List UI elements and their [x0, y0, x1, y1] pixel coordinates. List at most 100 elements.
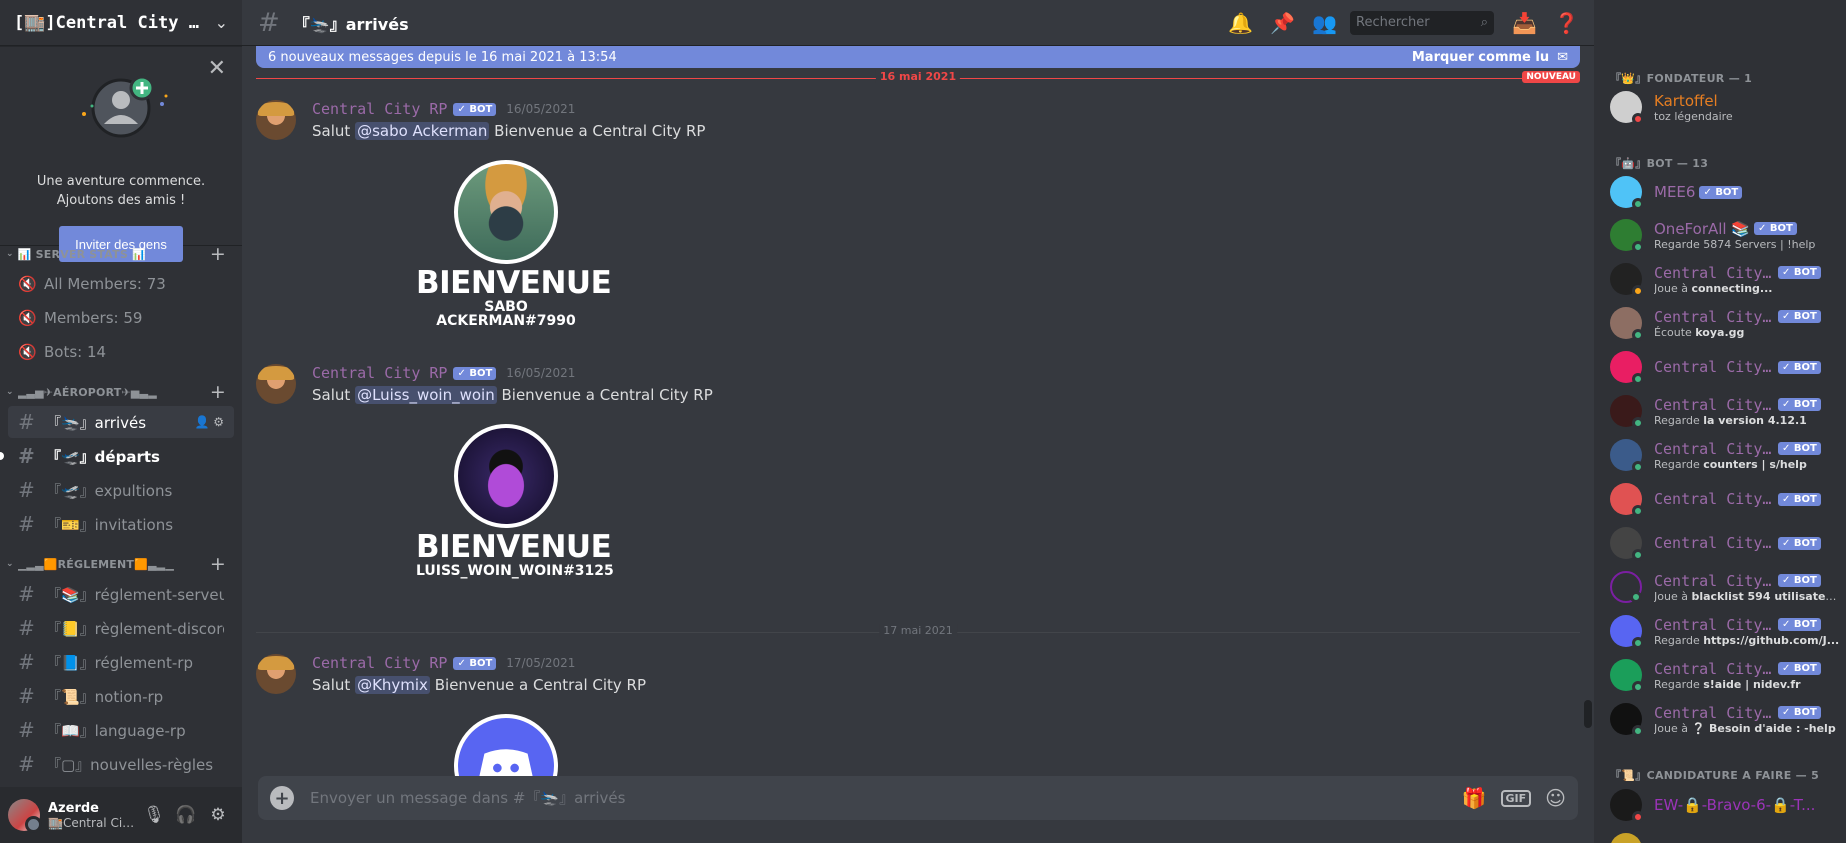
- member-item[interactable]: MEE6 ✓ BOT: [1602, 171, 1840, 213]
- voice-channel-bots[interactable]: 🔇 Bots: 14: [8, 336, 234, 368]
- avatar[interactable]: [256, 654, 296, 694]
- channel-nouvelles-regles[interactable]: # 『▢』nouvelles-règles: [8, 748, 234, 780]
- voice-channel-members[interactable]: 🔇 Members: 59: [8, 302, 234, 334]
- member-item[interactable]: Central City RP ✓ BOT Écoute koya.gg: [1602, 302, 1840, 344]
- activity-detail: blacklist 594 utilisateurs: [1691, 589, 1840, 603]
- avatar: [1610, 703, 1644, 737]
- member-item[interactable]: Central City RP ✓ BOT Regarde s!aide | nid…: [1602, 654, 1840, 696]
- add-channel-icon[interactable]: +: [210, 381, 226, 403]
- member-item[interactable]: EW-🔒-Bravo-6-🔒-T...: [1602, 784, 1840, 826]
- channel-notion-rp[interactable]: # 『📜』notion-rp: [8, 680, 234, 712]
- bell-icon[interactable]: 🔔: [1228, 11, 1253, 35]
- user-info[interactable]: Azerde 🏬Central City RP: [48, 801, 138, 830]
- online-status-icon: [1632, 725, 1644, 737]
- user-status: 🏬Central City RP: [48, 815, 138, 830]
- welcome-image[interactable]: [416, 714, 596, 776]
- message-author[interactable]: Central City RP: [312, 100, 447, 118]
- welcome-image[interactable]: BIENVENUE SABO ACKERMAN#7990: [416, 160, 612, 328]
- add-attachment-icon[interactable]: +: [270, 786, 294, 810]
- avatar: [1610, 789, 1644, 823]
- member-activity: Joue à blacklist 594 utilisateurs: [1654, 590, 1840, 603]
- member-item[interactable]: Central City RP ✓ BOT Regarde https://gith…: [1602, 610, 1840, 652]
- message-greeting: Salut: [312, 122, 351, 140]
- guild-name: [🏬]Central City RP: [14, 12, 209, 33]
- member-group-bot: 『🤖』BOT — 13: [1610, 157, 1709, 170]
- message-text: Bienvenue a Central City RP: [494, 122, 706, 140]
- category-reglement[interactable]: ⌄ ▁▂▃🟧RÉGLEMENT🟧▃▂▁ +: [0, 552, 242, 576]
- channel-reglement-serveur[interactable]: # 『📚』réglement-serveur: [8, 578, 234, 610]
- avatar: [1610, 91, 1644, 125]
- member-item[interactable]: Central City RP ✓ BOT Regarde la version 4…: [1602, 390, 1840, 432]
- message-content: Salut @Luiss_woin_woin Bienvenue a Centr…: [312, 386, 713, 404]
- bot-badge: ✓ BOT: [1778, 662, 1821, 675]
- gear-icon[interactable]: ⚙: [213, 415, 224, 429]
- avatar[interactable]: [256, 364, 296, 404]
- channel-departs[interactable]: # 『🛫』départs: [0, 440, 234, 472]
- gif-button[interactable]: GIF: [1500, 789, 1532, 807]
- channel-language-rp[interactable]: # 『📖』language-rp: [8, 714, 234, 746]
- member-item[interactable]: Central City RP ✓ BOT Joue à blacklist 594…: [1602, 566, 1840, 608]
- category-airport[interactable]: ⌄ ▂▃▅✈AÉROPORT✈▅▃▂ +: [0, 380, 242, 404]
- invite-member-icon[interactable]: 👤: [194, 415, 209, 429]
- search-input[interactable]: Rechercher ⌕: [1350, 10, 1494, 35]
- message-author[interactable]: Central City RP: [312, 654, 447, 672]
- channel-arrives[interactable]: # 『🛬』arrivés 👤 ⚙: [8, 406, 234, 438]
- user-mention[interactable]: @Khymix: [355, 676, 430, 694]
- message-author[interactable]: Central City RP: [312, 364, 447, 382]
- channel-reglement-rp[interactable]: # 『📘』réglement-rp: [8, 646, 234, 678]
- muted-speaker-icon: 🔇: [18, 343, 37, 361]
- category-server-stats[interactable]: ⌄ 📊 SERVER STATS 📊 +: [0, 242, 242, 266]
- avatar: [1610, 219, 1644, 253]
- close-icon[interactable]: ✕: [208, 56, 226, 81]
- inbox-icon[interactable]: 📥: [1512, 11, 1537, 35]
- hash-icon: #: [18, 444, 35, 468]
- member-item[interactable]: Kartoffel toz légendaire: [1602, 86, 1840, 128]
- user-mention[interactable]: @Luiss_woin_woin: [355, 386, 497, 404]
- channel-reglement-discord[interactable]: # 『📒』règlement-discord: [8, 612, 234, 644]
- welcome-image[interactable]: BIENVENUE LUISS_WOIN_WOIN#3125: [416, 424, 614, 578]
- member-item[interactable]: OneForAll 📚 ✓ BOT Regarde 5874 Servers | !…: [1602, 214, 1840, 256]
- channel-expultions[interactable]: # 『🛫』expultions: [8, 474, 234, 506]
- member-name: Central City RP: [1654, 534, 1774, 552]
- avatar[interactable]: [256, 100, 296, 140]
- new-badge: NOUVEAU: [1522, 71, 1580, 83]
- message-text: Bienvenue a Central City RP: [501, 386, 713, 404]
- new-messages-bar[interactable]: 6 nouveaux messages depuis le 16 mai 202…: [256, 46, 1580, 68]
- message-input[interactable]: [310, 789, 1448, 807]
- help-icon[interactable]: ❓: [1554, 11, 1579, 35]
- headphones-icon[interactable]: 🎧: [170, 799, 202, 831]
- channel-invitations[interactable]: # 『🎫』invitations: [8, 508, 234, 540]
- category-title: ▁▂▃🟧RÉGLEMENT🟧▃▂▁: [17, 557, 175, 571]
- member-item[interactable]: [1602, 828, 1840, 843]
- member-item[interactable]: Central City RP ✓ BOT Joue à connecting...: [1602, 258, 1840, 300]
- gear-icon[interactable]: ⚙: [202, 799, 234, 831]
- avatar[interactable]: [8, 799, 42, 833]
- mute-microphone-icon[interactable]: 🎙: [138, 799, 170, 831]
- bot-badge: ✓ BOT: [1778, 574, 1821, 587]
- member-list-icon[interactable]: 👥: [1312, 11, 1337, 35]
- chevron-down-icon: ⌄: [214, 13, 228, 32]
- add-channel-icon[interactable]: +: [210, 553, 226, 575]
- guild-header[interactable]: [🏬]Central City RP ⌄: [0, 0, 242, 46]
- member-item[interactable]: Central City RP ✓ BOT Regarde counters | s…: [1602, 434, 1840, 476]
- gift-icon[interactable]: 🎁: [1462, 786, 1487, 810]
- user-panel: Azerde 🏬Central City RP 🎙 🎧 ⚙: [0, 787, 242, 843]
- member-activity: Regarde s!aide | nidev.fr: [1654, 678, 1840, 691]
- message-timestamp: 16/05/2021: [506, 366, 576, 380]
- welcome-title: BIENVENUE: [416, 529, 612, 565]
- member-item[interactable]: Central City RP ✓ BOT Joue à ❔ Besoin d'ai…: [1602, 698, 1840, 740]
- voice-channel-all-members[interactable]: 🔇 All Members: 73: [8, 268, 234, 300]
- pin-icon[interactable]: 📌: [1270, 11, 1295, 35]
- member-item[interactable]: Central City RP ✓ BOT: [1602, 346, 1840, 388]
- add-channel-icon[interactable]: +: [210, 243, 226, 265]
- user-mention[interactable]: @sabo Ackerman: [355, 122, 490, 140]
- member-item[interactable]: Central City RP ✓ BOT: [1602, 478, 1840, 520]
- mark-read-icon: ✉: [1557, 49, 1568, 65]
- mark-as-read-button[interactable]: Marquer comme lu: [1412, 50, 1549, 65]
- emoji-icon[interactable]: ☺: [1545, 786, 1566, 810]
- activity-detail: koya.gg: [1695, 325, 1745, 339]
- scrollbar-thumb[interactable]: [1584, 700, 1592, 728]
- member-item[interactable]: Central City RP ✓ BOT: [1602, 522, 1840, 564]
- avatar: [1610, 176, 1644, 210]
- discord-logo-icon: [479, 749, 533, 776]
